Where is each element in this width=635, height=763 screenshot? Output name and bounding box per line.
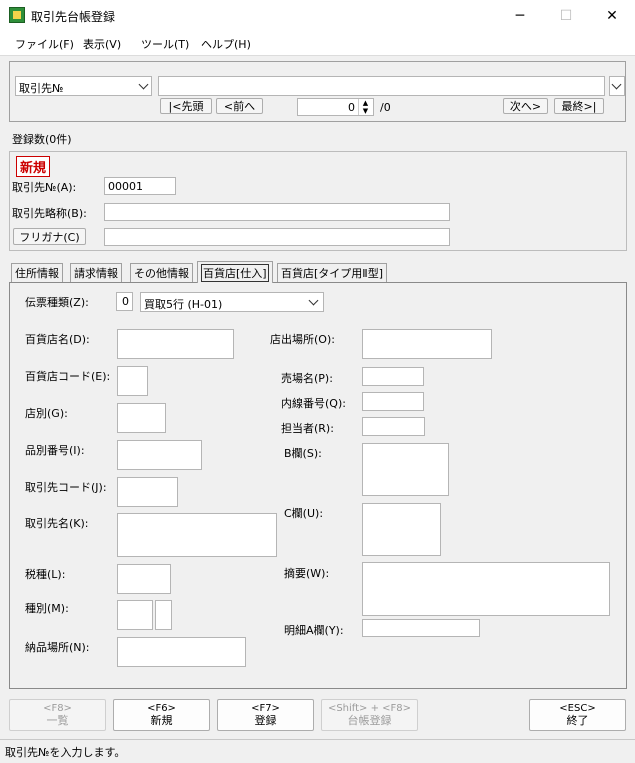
tab-department-store-purchase-label: 百貨店[仕入] <box>201 263 269 282</box>
slip-type-select[interactable]: 買取5行 (H-01) <box>140 292 324 312</box>
tab-address-label: 住所情報 <box>15 267 59 280</box>
status-bar: 取引先№を入力します。 <box>0 739 635 763</box>
c-column-field[interactable] <box>362 503 441 556</box>
chevron-down-icon <box>308 295 319 306</box>
search-dropdown-button[interactable] <box>609 76 625 96</box>
new-button[interactable]: <F6> 新規 <box>113 699 210 731</box>
maximize-button[interactable]: ☐ <box>543 0 589 31</box>
detail-a-field[interactable] <box>362 619 480 637</box>
extension-label: 内線番号(Q): <box>281 397 346 410</box>
person-field[interactable] <box>362 417 425 436</box>
sales-floor-field[interactable] <box>362 367 424 386</box>
item-no-field[interactable] <box>117 440 202 470</box>
summary-label: 摘要(W): <box>284 567 330 580</box>
tab-billing-label: 請求情報 <box>74 267 118 280</box>
short-name-label: 取引先略称(B): <box>12 207 87 220</box>
chevron-down-icon <box>611 79 622 90</box>
person-label: 担当者(R): <box>281 422 334 435</box>
search-field-select[interactable]: 取引先№ <box>15 76 152 96</box>
app-icon <box>9 7 25 23</box>
menu-help[interactable]: ヘルプ(H) <box>201 36 251 52</box>
menu-file[interactable]: ファイル(F) <box>15 36 74 52</box>
chevron-down-icon <box>138 79 149 90</box>
ledger-register-button-label: 台帳登録 <box>347 714 392 727</box>
summary-field[interactable] <box>362 562 610 616</box>
list-button[interactable]: <F8> 一覧 <box>9 699 106 731</box>
furigana-button[interactable]: フリガナ(C) <box>13 228 86 245</box>
delivery-place-label: 納品場所(N): <box>25 641 90 654</box>
register-button[interactable]: <F7> 登録 <box>217 699 314 731</box>
header-panel: 新規 取引先№(A): 00001 取引先略称(B): フリガナ(C) <box>9 151 627 251</box>
status-text: 取引先№を入力します。 <box>5 746 126 759</box>
delivery-place-field[interactable] <box>117 637 246 667</box>
menu-bar: ファイル(F) 表示(V) ツール(T) ヘルプ(H) <box>0 31 635 56</box>
store-code-field[interactable] <box>117 366 148 396</box>
first-record-button[interactable]: |<先頭 <box>160 98 212 114</box>
category-label: 種別(M): <box>25 602 69 615</box>
exit-button-label: 終了 <box>566 714 589 727</box>
category-sub-field[interactable] <box>155 600 172 630</box>
store-name-label: 百貨店名(D): <box>25 333 90 346</box>
slip-type-value: 買取5行 (H-01) <box>144 298 223 311</box>
registration-count: 登録数(0件) <box>12 133 72 146</box>
list-button-label: 一覧 <box>46 714 69 727</box>
menu-view[interactable]: 表示(V) <box>83 36 121 52</box>
slip-type-number[interactable]: 0 <box>116 292 133 311</box>
spinner-icon[interactable]: ▲ ▼ <box>358 99 372 115</box>
close-button[interactable]: ✕ <box>589 0 635 31</box>
b-column-field[interactable] <box>362 443 449 496</box>
search-field-value: 取引先№ <box>19 82 64 95</box>
register-button-label: 登録 <box>254 714 277 727</box>
navigation-panel: 取引先№ |<先頭 <前へ 0 ▲ ▼ /0 次へ> 最終>| <box>9 61 626 122</box>
record-total: /0 <box>380 101 391 114</box>
prev-record-button[interactable]: <前へ <box>216 98 263 114</box>
client-name-label: 取引先名(K): <box>25 517 89 530</box>
title-bar: 取引先台帳登録 ─ ☐ ✕ <box>0 0 635 31</box>
next-record-button[interactable]: 次へ> <box>503 98 548 114</box>
outlet-label: 店出場所(O): <box>270 333 335 346</box>
store-branch-label: 店別(G): <box>25 407 68 420</box>
client-code-label: 取引先コード(J): <box>25 481 107 494</box>
minimize-button[interactable]: ─ <box>497 0 543 31</box>
store-name-field[interactable] <box>117 329 234 359</box>
tab-other-label: その他情報 <box>134 267 189 280</box>
tab-other[interactable]: その他情報 <box>130 263 193 282</box>
tab-department-store-purchase[interactable]: 百貨店[仕入] <box>197 261 273 283</box>
c-column-label: C欄(U): <box>284 507 324 520</box>
extension-field[interactable] <box>362 392 424 411</box>
outlet-field[interactable] <box>362 329 492 359</box>
furigana-field[interactable] <box>104 228 450 246</box>
record-number-value: 0 <box>348 101 355 114</box>
client-code-field[interactable] <box>117 477 178 507</box>
tax-type-label: 税種(L): <box>25 568 66 581</box>
category-field[interactable] <box>117 600 153 630</box>
sales-floor-label: 売場名(P): <box>281 372 333 385</box>
slip-type-label: 伝票種類(Z): <box>25 296 89 309</box>
tab-billing[interactable]: 請求情報 <box>70 263 122 282</box>
exit-button[interactable]: <ESC> 終了 <box>529 699 626 731</box>
record-number-input[interactable]: 0 ▲ ▼ <box>297 98 374 116</box>
new-button-label: 新規 <box>150 714 173 727</box>
client-no-field[interactable]: 00001 <box>104 177 176 195</box>
store-code-label: 百貨店コード(E): <box>25 370 111 383</box>
item-no-label: 品別番号(I): <box>25 444 85 457</box>
search-input[interactable] <box>158 76 605 96</box>
detail-a-label: 明細A欄(Y): <box>284 624 344 637</box>
client-no-label: 取引先№(A): <box>12 181 77 194</box>
menu-tools[interactable]: ツール(T) <box>141 36 189 52</box>
tax-type-field[interactable] <box>117 564 171 594</box>
tab-department-store-type2[interactable]: 百貨店[タイプ用Ⅱ型] <box>277 263 387 282</box>
store-branch-field[interactable] <box>117 403 166 433</box>
client-no-value: 00001 <box>108 180 143 193</box>
b-column-label: B欄(S): <box>284 447 322 460</box>
tab-content-panel: 伝票種類(Z): 0 買取5行 (H-01) 百貨店名(D): 百貨店コード(E… <box>9 282 627 689</box>
short-name-field[interactable] <box>104 203 450 221</box>
ledger-register-button[interactable]: <Shift> + <F8> 台帳登録 <box>321 699 418 731</box>
last-record-button[interactable]: 最終>| <box>554 98 604 114</box>
new-badge: 新規 <box>16 156 51 177</box>
window-title: 取引先台帳登録 <box>31 10 116 24</box>
tab-address[interactable]: 住所情報 <box>11 263 63 282</box>
tab-department-store-type2-label: 百貨店[タイプ用Ⅱ型] <box>281 267 383 280</box>
client-name-field[interactable] <box>117 513 277 557</box>
